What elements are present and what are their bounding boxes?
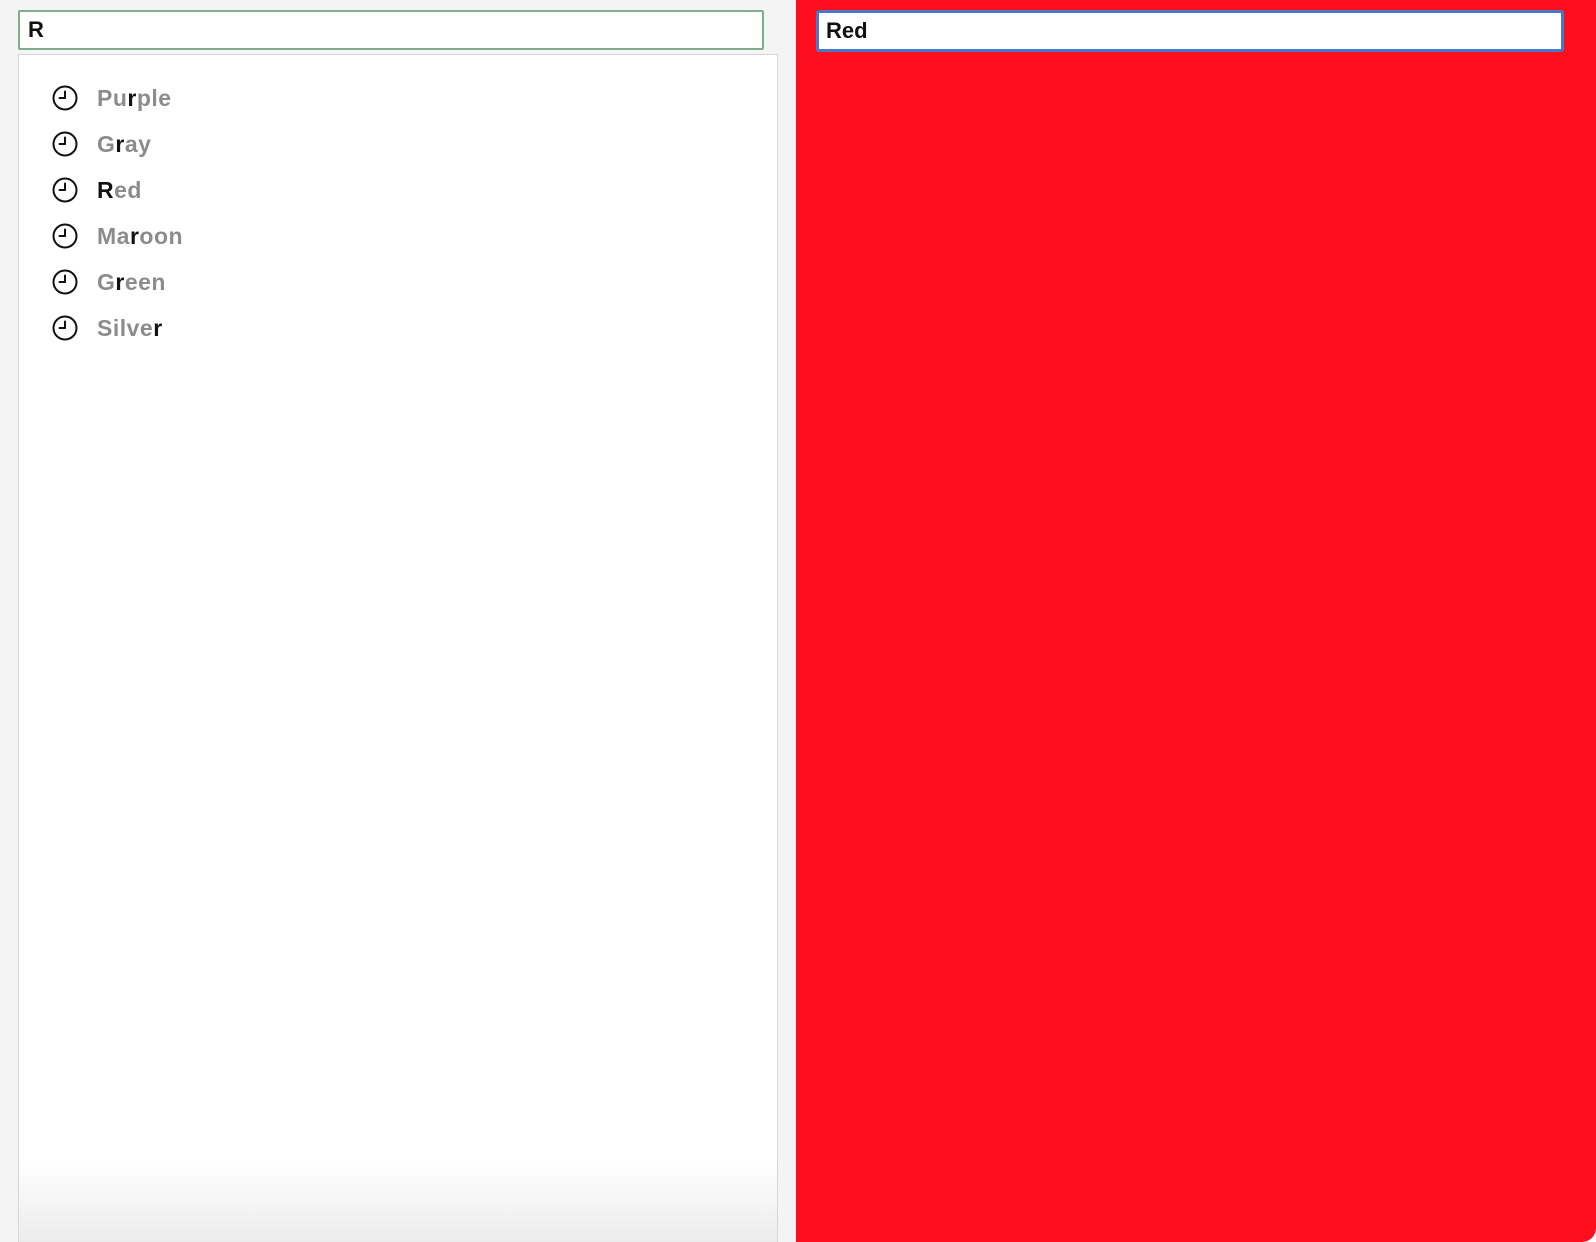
- suggestion-item[interactable]: Red: [19, 167, 777, 213]
- suggestion-label: Silver: [97, 315, 163, 342]
- suggestion-item[interactable]: Purple: [19, 75, 777, 121]
- suggestion-text-part: ay: [124, 130, 152, 157]
- suggestion-label: Maroon: [97, 223, 183, 250]
- suggestion-label: Purple: [97, 85, 172, 112]
- clock-icon: [52, 85, 78, 111]
- clock-icon: [52, 315, 78, 341]
- suggestion-dropdown: Purple Gray Red Maroon Green Silver: [18, 54, 778, 1242]
- suggestion-match-highlight: r: [115, 130, 125, 157]
- suggestion-text-part: Silve: [97, 314, 154, 341]
- app-window: PurpleGrayRedMaroonGreenSilver: [0, 0, 1596, 1242]
- suggestion-text-part: Pu: [97, 84, 128, 111]
- suggestion-label: Red: [97, 177, 142, 204]
- clock-icon: [52, 131, 78, 157]
- suggestion-match-highlight: r: [115, 268, 125, 295]
- suggestion-text-part: oon: [139, 222, 184, 249]
- suggestion-label: Gray: [97, 131, 151, 158]
- suggestion-match-highlight: r: [127, 84, 137, 111]
- left-pane: PurpleGrayRedMaroonGreenSilver: [0, 0, 796, 1242]
- suggestion-text-part: Ma: [97, 222, 130, 249]
- suggestion-item[interactable]: Maroon: [19, 213, 777, 259]
- suggestion-list: Purple Gray Red Maroon Green Silver: [19, 55, 777, 351]
- suggestion-item[interactable]: Green: [19, 259, 777, 305]
- clock-icon: [52, 223, 78, 249]
- suggestion-item[interactable]: Silver: [19, 305, 777, 351]
- suggestion-match-highlight: R: [97, 176, 115, 203]
- color-value-input[interactable]: [816, 10, 1564, 52]
- clock-icon: [52, 177, 78, 203]
- suggestion-item[interactable]: Gray: [19, 121, 777, 167]
- suggestion-match-highlight: r: [153, 314, 163, 341]
- suggestion-text-part: G: [97, 130, 116, 157]
- suggestion-text-part: ple: [136, 84, 172, 111]
- suggestion-text-part: een: [124, 268, 166, 295]
- suggestion-match-highlight: r: [129, 222, 140, 249]
- suggestion-text-part: G: [97, 268, 116, 295]
- color-preview-pane: [796, 0, 1596, 1242]
- clock-icon: [52, 269, 78, 295]
- suggestion-text-part: ed: [114, 176, 142, 203]
- suggestion-label: Green: [97, 269, 166, 296]
- search-input[interactable]: [18, 10, 764, 50]
